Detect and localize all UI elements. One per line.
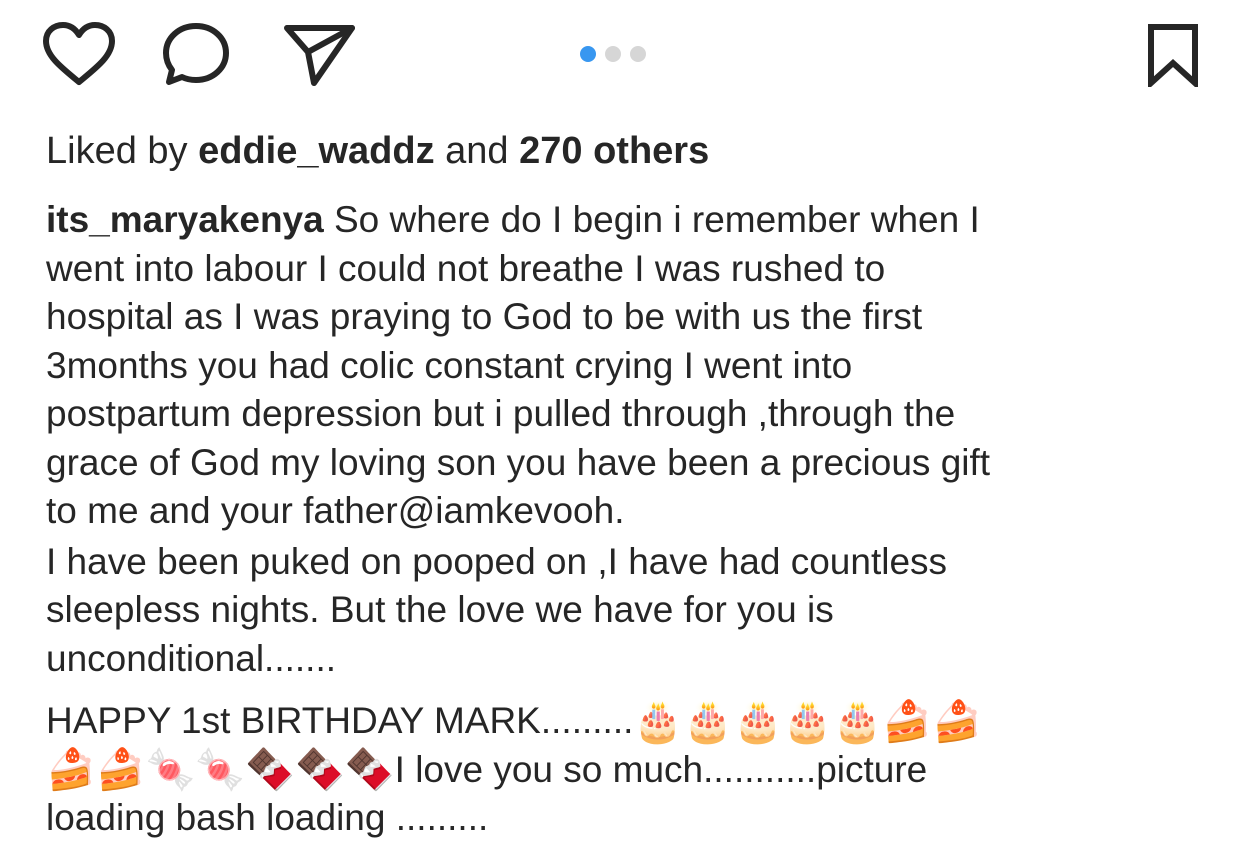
carousel-dot: [605, 46, 621, 62]
caption-text: So where do I begin i remember when I: [323, 199, 980, 240]
likes-count-link[interactable]: 270 others: [519, 130, 709, 172]
caption-line: grace of God my loving son you have been…: [46, 441, 991, 483]
heart-icon[interactable]: [42, 22, 116, 86]
birthday-text: HAPPY 1st BIRTHDAY MARK.........: [46, 700, 634, 741]
paper-plane-icon[interactable]: [282, 22, 358, 88]
love-text: I love you so much...........picture: [394, 748, 928, 790]
caption-line: 🍰🍰🍬🍬🍫🍫🍫I love you so much...........pict…: [46, 746, 1196, 795]
liker-username-link[interactable]: eddie_waddz: [198, 130, 435, 172]
caption-line: went into labour I could not breathe I w…: [46, 247, 886, 289]
caption-line: sleepless nights. But the love we have f…: [46, 589, 834, 630]
likes-summary: Liked by eddie_waddz and 270 others: [46, 128, 709, 174]
caption-line: I have been puked on pooped on ,I have h…: [46, 540, 948, 582]
caption-line: HAPPY 1st BIRTHDAY MARK.........🎂🎂🎂🎂🎂🍰🍰: [46, 697, 1196, 746]
post-action-bar: [0, 0, 1242, 115]
caption-username-link[interactable]: its_maryakenya: [46, 199, 324, 240]
carousel-dot: [630, 46, 646, 62]
carousel-dot-active: [580, 46, 596, 62]
caption-line: 3months you had colic constant crying I …: [46, 344, 853, 386]
comment-bubble-icon[interactable]: [158, 22, 238, 86]
carousel-indicator: [580, 45, 646, 63]
caption-line: its_maryakenya So where do I begin i rem…: [46, 196, 1196, 245]
caption-line: hospital as I was praying to God to be w…: [46, 296, 923, 337]
cake-emoji-icons: 🎂🎂🎂🎂🎂🍰🍰: [633, 698, 983, 745]
likes-middle: and: [434, 130, 520, 172]
candy-chocolate-emoji-icons: 🍰🍰🍬🍬🍫🍫🍫: [46, 747, 395, 793]
caption-line: unconditional.......: [46, 637, 337, 679]
likes-prefix: Liked by: [46, 130, 199, 172]
caption-line: to me and your father@iamkevooh.: [46, 490, 625, 531]
post-caption: its_maryakenya So where do I begin i rem…: [46, 196, 1196, 843]
caption-line: postpartum depression but i pulled throu…: [46, 393, 956, 434]
bookmark-icon[interactable]: [1145, 23, 1201, 87]
caption-line: loading bash loading .........: [46, 797, 489, 838]
